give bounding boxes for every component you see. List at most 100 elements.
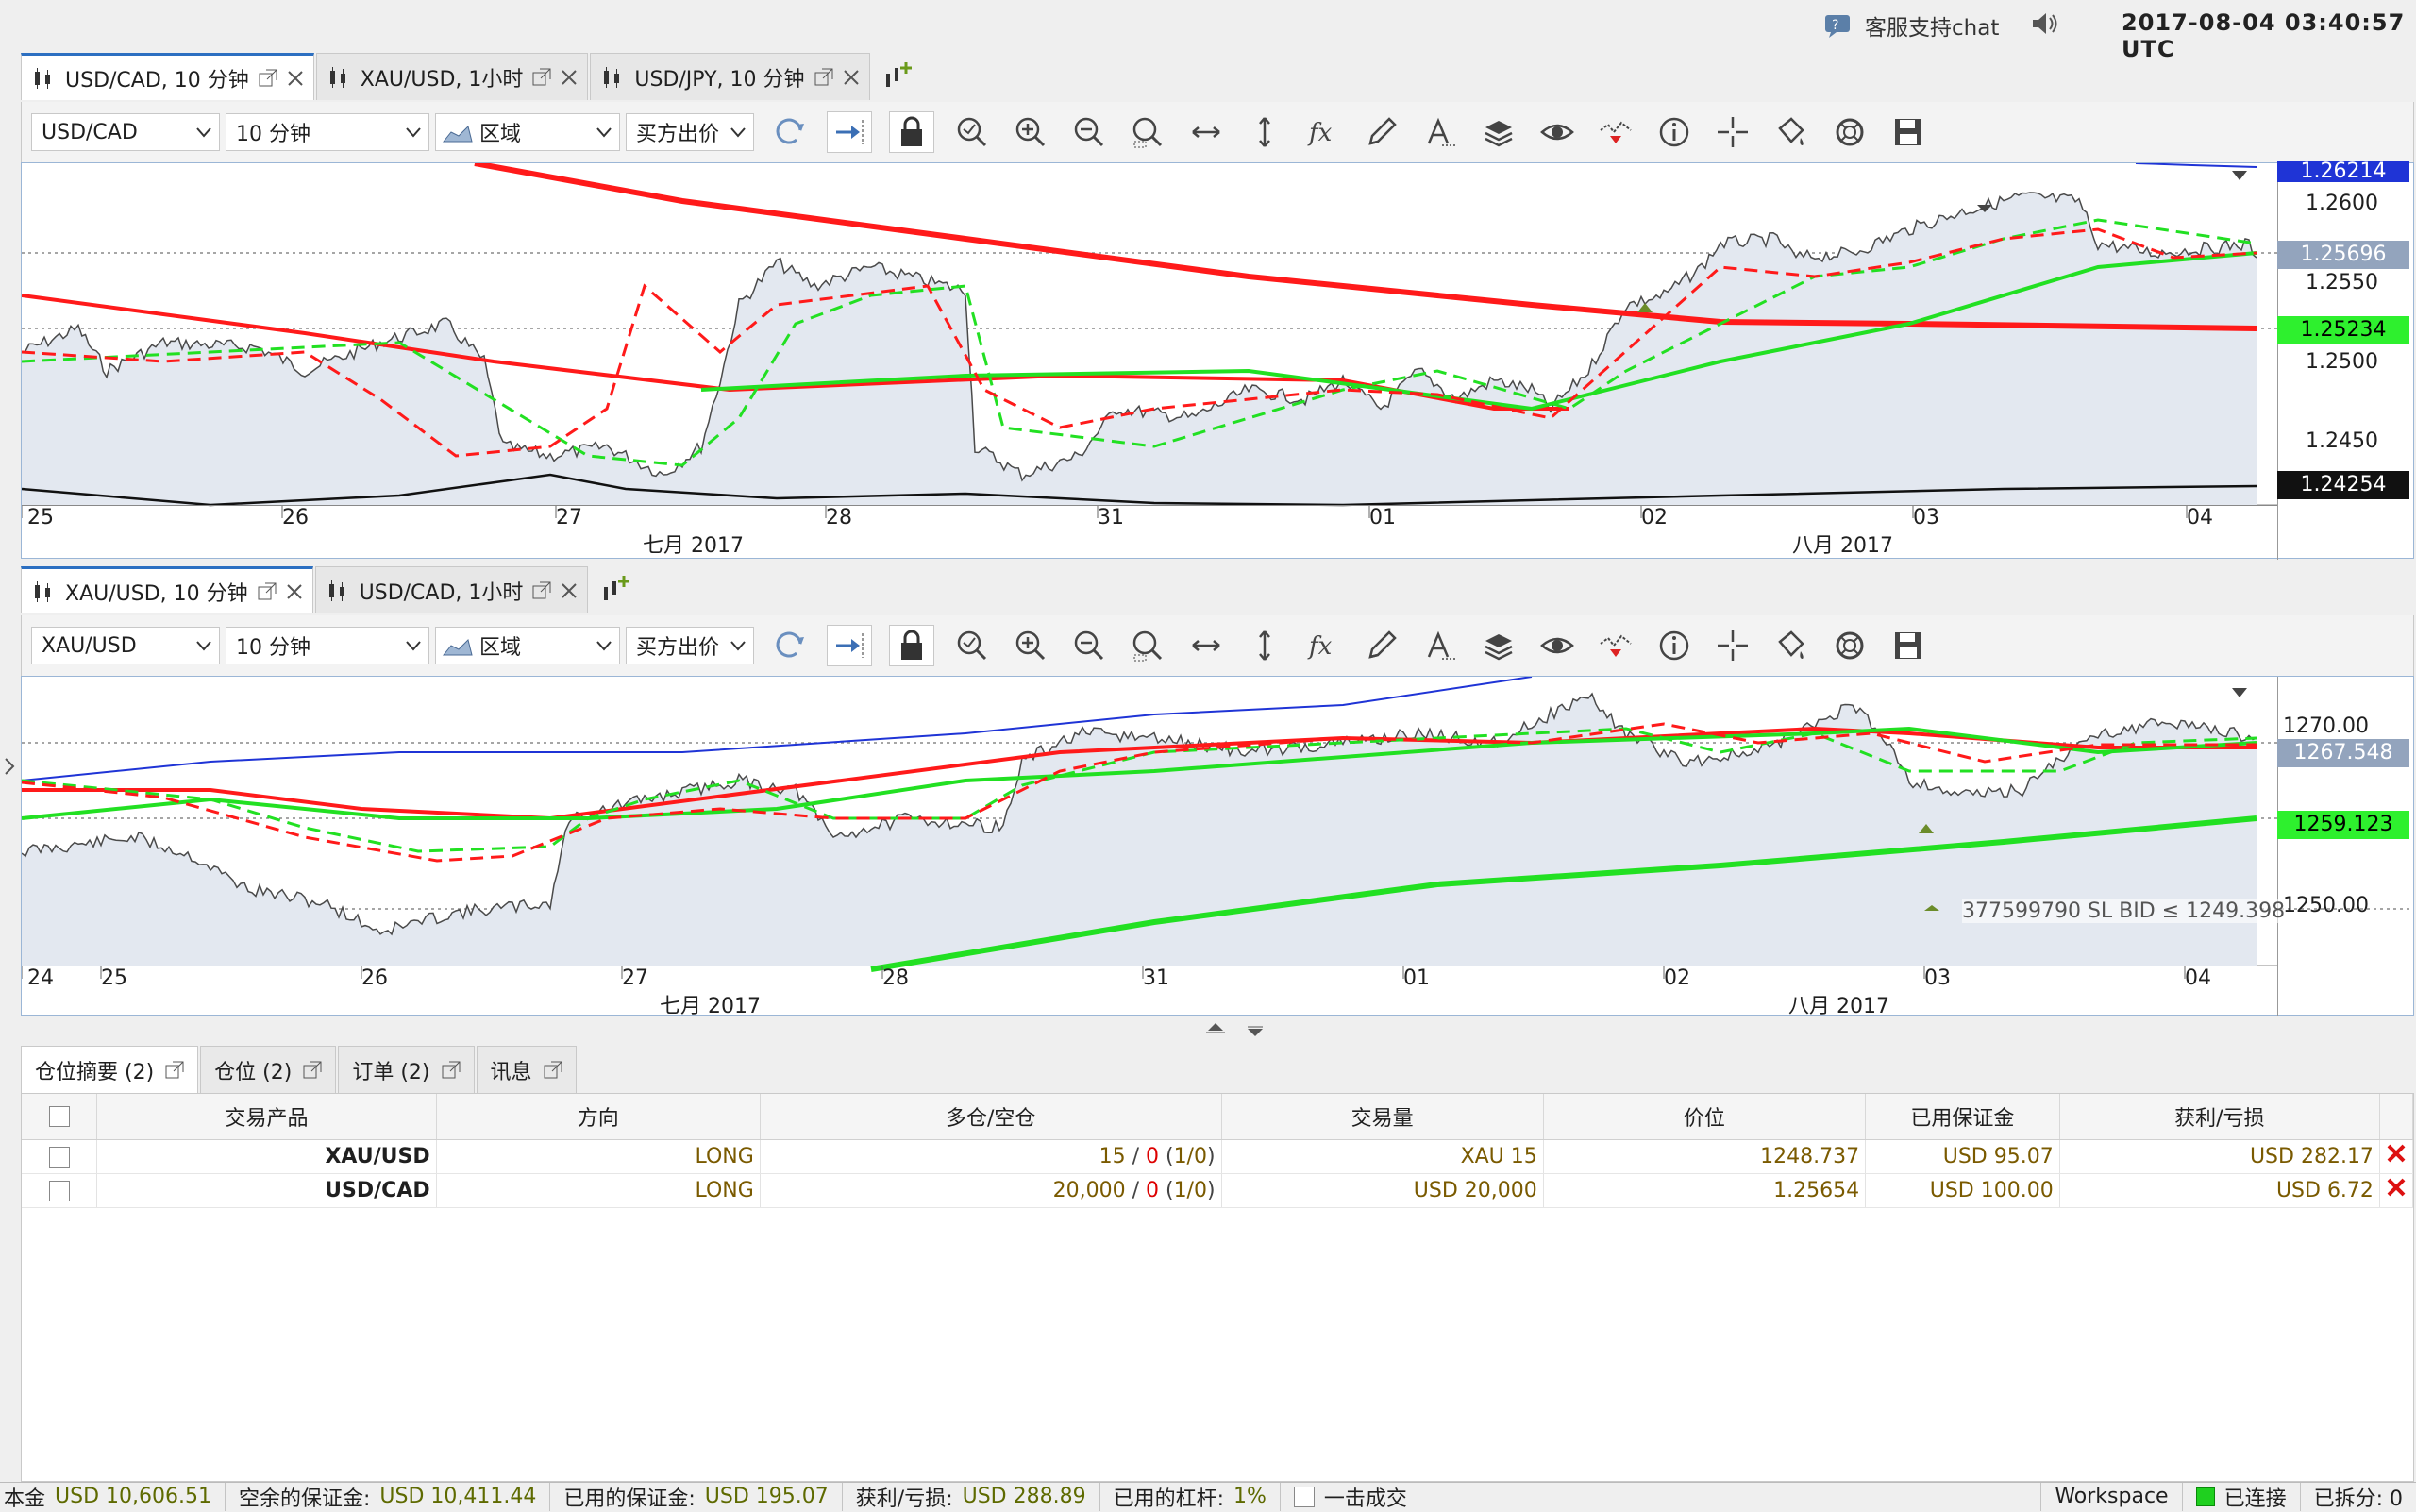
tab-usdcad-1h[interactable]: USD/CAD, 1小时 <box>314 566 589 613</box>
chart-usdcad[interactable]: 1.2600 1.2550 1.2500 1.2450 1.26214 1.25… <box>21 161 2415 560</box>
zoom-in-icon[interactable] <box>1010 625 1051 666</box>
popout-icon[interactable] <box>532 581 551 600</box>
price-type-select[interactable]: 买方出价 <box>626 627 754 664</box>
one-click-checkbox[interactable] <box>1293 1486 1315 1507</box>
close-icon[interactable] <box>561 582 578 599</box>
save-icon[interactable] <box>1888 111 1929 153</box>
close-icon[interactable] <box>286 583 303 600</box>
close-icon[interactable] <box>287 70 304 87</box>
popout-icon[interactable] <box>165 1061 184 1080</box>
column-header[interactable]: 多仓/空仓 <box>760 1094 1222 1140</box>
add-chart-icon[interactable] <box>601 572 635 606</box>
popout-icon[interactable] <box>814 68 833 87</box>
table-row[interactable]: USD/CAD LONG 20,000 / 0 (1/0) USD 20,000… <box>22 1173 2414 1208</box>
zoom-fit-icon[interactable] <box>951 111 993 153</box>
row-checkbox[interactable] <box>48 1146 70 1168</box>
fit-vertical-icon[interactable] <box>1244 625 1285 666</box>
support-chat-link[interactable]: ? 客服支持chat <box>1823 9 1999 42</box>
popout-icon[interactable] <box>442 1061 461 1080</box>
info-icon[interactable] <box>1653 111 1695 153</box>
pencil-icon[interactable] <box>1361 625 1402 666</box>
layers-icon[interactable] <box>1478 625 1519 666</box>
row-checkbox[interactable] <box>48 1180 70 1201</box>
indicator-fx-icon[interactable]: fx <box>1302 625 1344 666</box>
zoom-area-icon[interactable] <box>1127 111 1168 153</box>
refresh-icon[interactable] <box>768 625 810 666</box>
lock-icon[interactable] <box>889 111 934 153</box>
eye-icon[interactable] <box>1536 625 1578 666</box>
refresh-icon[interactable] <box>768 111 810 153</box>
text-tool-icon[interactable] <box>1419 111 1461 153</box>
close-position-button[interactable] <box>2379 1139 2414 1174</box>
tab-usdcad-10m[interactable]: USD/CAD, 10 分钟 <box>21 53 314 100</box>
column-header[interactable]: 交易产品 <box>96 1094 437 1140</box>
instrument-select[interactable]: XAU/USD <box>31 627 220 664</box>
speaker-icon[interactable] <box>2029 9 2061 38</box>
shift-chart-icon[interactable] <box>827 111 872 153</box>
panel-splitter-icon[interactable] <box>1199 1017 1274 1040</box>
lock-icon[interactable] <box>889 625 934 666</box>
instrument-select[interactable]: USD/CAD <box>31 113 220 151</box>
zoom-out-icon[interactable] <box>1068 111 1110 153</box>
row-select[interactable] <box>22 1173 98 1208</box>
column-header[interactable]: 方向 <box>436 1094 761 1140</box>
zoom-in-icon[interactable] <box>1010 111 1051 153</box>
text-tool-icon[interactable] <box>1419 625 1461 666</box>
tab-position-summary[interactable]: 仓位摘要 (2) <box>21 1046 199 1093</box>
tab-positions[interactable]: 仓位 (2) <box>200 1046 337 1093</box>
eye-icon[interactable] <box>1536 111 1578 153</box>
workspace-button[interactable]: Workspace <box>2040 1482 2183 1511</box>
save-icon[interactable] <box>1888 625 1929 666</box>
tab-xauusd-1h[interactable]: XAU/USD, 1小时 <box>315 53 589 100</box>
zoom-area-icon[interactable] <box>1127 625 1168 666</box>
select-all-checkbox[interactable] <box>48 1106 70 1128</box>
theme-icon[interactable] <box>1770 625 1812 666</box>
pencil-icon[interactable] <box>1361 111 1402 153</box>
fit-vertical-icon[interactable] <box>1244 111 1285 153</box>
trade-signal-icon[interactable] <box>1595 111 1636 153</box>
theme-icon[interactable] <box>1770 111 1812 153</box>
popout-icon[interactable] <box>532 68 551 87</box>
chart-type-select[interactable]: 区域 <box>435 627 620 664</box>
tab-xauusd-10m[interactable]: XAU/USD, 10 分钟 <box>21 566 313 613</box>
stop-loss-order-label[interactable]: 377599790 SL BID ≤ 1249.398 <box>1962 899 2286 923</box>
row-select[interactable] <box>22 1139 98 1174</box>
select-all-header[interactable] <box>22 1094 98 1140</box>
shift-chart-icon[interactable] <box>827 625 872 666</box>
column-header[interactable]: 已用保证金 <box>1865 1094 2060 1140</box>
fit-horizontal-icon[interactable] <box>1185 111 1227 153</box>
template-icon[interactable] <box>1829 625 1871 666</box>
add-chart-icon[interactable] <box>883 59 917 92</box>
popout-icon[interactable] <box>544 1061 562 1080</box>
info-icon[interactable] <box>1653 625 1695 666</box>
chart-canvas[interactable] <box>22 163 2415 560</box>
period-select[interactable]: 10 分钟 <box>226 627 429 664</box>
column-header[interactable]: 交易量 <box>1221 1094 1544 1140</box>
close-icon[interactable] <box>843 69 860 86</box>
zoom-out-icon[interactable] <box>1068 625 1110 666</box>
popout-icon[interactable] <box>259 69 277 88</box>
fit-horizontal-icon[interactable] <box>1185 625 1227 666</box>
tab-usdjpy-10m[interactable]: USD/JPY, 10 分钟 <box>590 53 870 100</box>
crosshair-icon[interactable] <box>1712 111 1753 153</box>
trade-signal-icon[interactable] <box>1595 625 1636 666</box>
price-type-select[interactable]: 买方出价 <box>626 113 754 151</box>
popout-icon[interactable] <box>258 582 277 601</box>
indicator-fx-icon[interactable]: fx <box>1302 111 1344 153</box>
column-header[interactable]: 价位 <box>1543 1094 1867 1140</box>
tab-messages[interactable]: 讯息 <box>476 1046 577 1093</box>
period-select[interactable]: 10 分钟 <box>226 113 429 151</box>
tab-orders[interactable]: 订单 (2) <box>338 1046 475 1093</box>
chart-type-select[interactable]: 区域 <box>435 113 620 151</box>
column-header[interactable]: 获利/亏损 <box>2059 1094 2380 1140</box>
chart-xauusd[interactable]: 1270.00 1260.00 1250.00 1267.548 1259.12… <box>21 676 2414 1018</box>
close-position-button[interactable] <box>2379 1173 2414 1208</box>
zoom-fit-icon[interactable] <box>951 625 993 666</box>
layers-icon[interactable] <box>1478 111 1519 153</box>
close-icon[interactable] <box>561 69 578 86</box>
one-click-toggle[interactable]: 一击成交 <box>1281 1483 1420 1511</box>
collapse-left-icon[interactable] <box>2 755 17 778</box>
table-row[interactable]: XAU/USD LONG 15 / 0 (1/0) XAU 15 1248.73… <box>22 1139 2414 1174</box>
crosshair-icon[interactable] <box>1712 625 1753 666</box>
template-icon[interactable] <box>1829 111 1871 153</box>
